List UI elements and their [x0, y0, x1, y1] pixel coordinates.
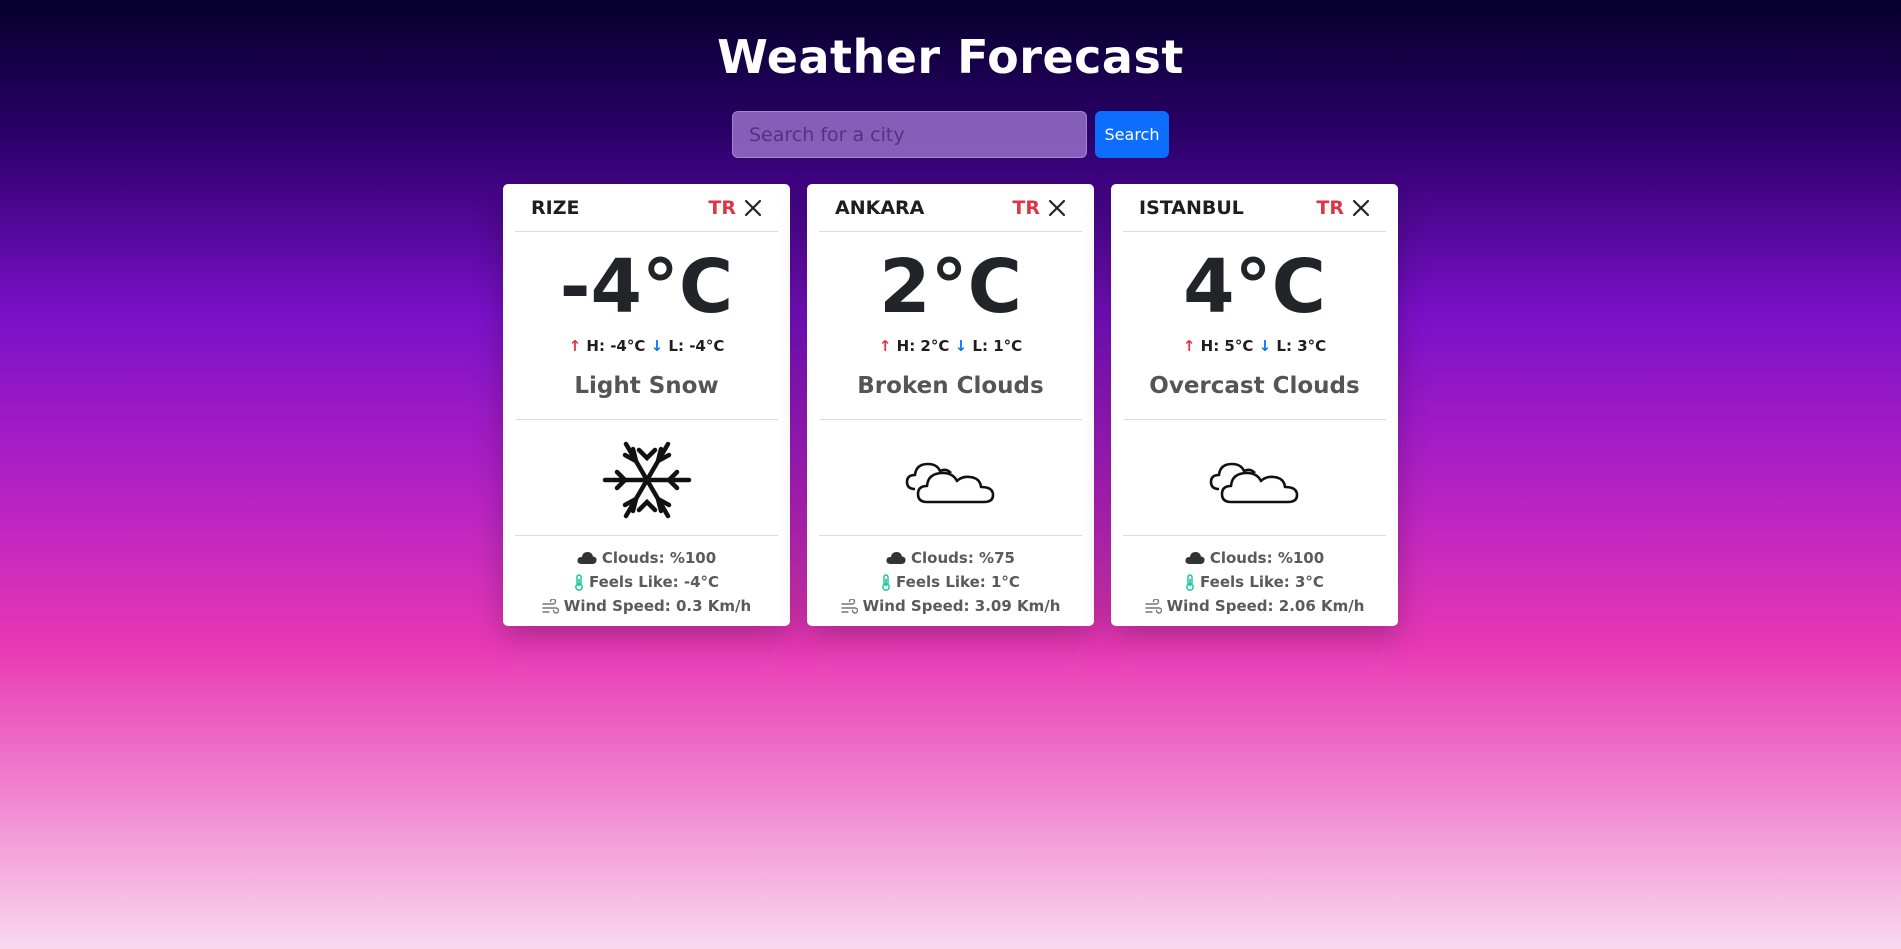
city-name: ISTANBUL	[1139, 196, 1244, 219]
temperature: -4°C	[559, 244, 734, 330]
page-title: Weather Forecast	[717, 30, 1184, 84]
cloud-icon	[886, 552, 906, 564]
wind-icon	[1144, 598, 1162, 614]
arrow-down-icon: ↓	[650, 337, 664, 355]
feels-like-value: Feels Like: 1°C	[896, 573, 1020, 591]
weather-icon-container	[503, 434, 790, 526]
weather-details: Clouds: %100 Feels Like: 3°C Wind Speed:…	[1111, 546, 1398, 618]
weather-icon-container	[807, 434, 1094, 526]
feels-like-row: Feels Like: -4°C	[503, 570, 790, 594]
high-low: ↑ H: 5°C ↓ L: 3°C	[1111, 337, 1398, 355]
divider	[515, 419, 778, 420]
arrow-up-icon: ↑	[568, 337, 582, 355]
close-icon[interactable]	[742, 197, 764, 219]
clouds-value: Clouds: %75	[911, 549, 1015, 567]
feels-like-row: Feels Like: 3°C	[1111, 570, 1398, 594]
high-temp: H: -4°C	[586, 337, 646, 355]
weather-card-ankara: ANKARA TR 2°C ↑ H: 2°C ↓ L: 1°C Broken C…	[807, 184, 1094, 626]
card-header: ANKARA TR	[819, 184, 1082, 232]
arrow-up-icon: ↑	[878, 337, 892, 355]
clouds-row: Clouds: %100	[503, 546, 790, 570]
high-low: ↑ H: -4°C ↓ L: -4°C	[503, 337, 790, 355]
clouds-value: Clouds: %100	[1209, 549, 1325, 567]
clouds-icon	[1209, 462, 1298, 504]
clouds-value: Clouds: %100	[601, 549, 717, 567]
divider	[819, 535, 1082, 536]
thermometer-icon	[574, 573, 583, 591]
weather-description: Overcast Clouds	[1149, 373, 1360, 399]
feels-like-row: Feels Like: 1°C	[807, 570, 1094, 594]
city-name: ANKARA	[835, 196, 925, 219]
thermometer-icon	[882, 573, 890, 591]
high-temp: H: 2°C	[896, 337, 950, 355]
card-header: RIZE TR	[515, 184, 778, 232]
country-code: TR	[708, 196, 736, 219]
weather-card-rize: RIZE TR -4°C ↑ H: -4°C ↓ L: -4°C Light S…	[503, 184, 790, 626]
weather-description: Broken Clouds	[857, 373, 1044, 399]
clouds-row: Clouds: %75	[807, 546, 1094, 570]
arrow-down-icon: ↓	[1258, 337, 1272, 355]
close-icon[interactable]	[1046, 197, 1068, 219]
card-header: ISTANBUL TR	[1123, 184, 1386, 232]
wind-speed-row: Wind Speed: 3.09 Km/h	[807, 594, 1094, 618]
temperature: 4°C	[1183, 244, 1326, 330]
wind-speed-row: Wind Speed: 2.06 Km/h	[1111, 594, 1398, 618]
thermometer-icon	[1186, 573, 1194, 591]
high-temp: H: 5°C	[1200, 337, 1254, 355]
close-icon[interactable]	[1350, 197, 1372, 219]
weather-icon-container	[1111, 434, 1398, 526]
search-button[interactable]: Search	[1095, 111, 1169, 158]
temperature: 2°C	[879, 244, 1022, 330]
weather-details: Clouds: %75 Feels Like: 1°C Wind Speed: …	[807, 546, 1094, 618]
cloud-icon	[1185, 552, 1205, 564]
arrow-up-icon: ↑	[1182, 337, 1196, 355]
country-code: TR	[1316, 196, 1344, 219]
high-low: ↑ H: 2°C ↓ L: 1°C	[807, 337, 1094, 355]
snowflake-icon	[602, 441, 691, 519]
feels-like-value: Feels Like: -4°C	[588, 573, 720, 591]
clouds-icon	[905, 462, 994, 504]
low-temp: L: -4°C	[668, 337, 725, 355]
forecast-cards: RIZE TR -4°C ↑ H: -4°C ↓ L: -4°C Light S…	[503, 184, 1398, 626]
cloud-icon	[577, 552, 597, 564]
divider	[1123, 419, 1386, 420]
low-temp: L: 1°C	[972, 337, 1023, 355]
search-bar: Search	[732, 111, 1169, 158]
wind-speed-row: Wind Speed: 0.3 Km/h	[503, 594, 790, 618]
wind-speed-value: Wind Speed: 0.3 Km/h	[563, 597, 752, 615]
wind-speed-value: Wind Speed: 2.06 Km/h	[1166, 597, 1365, 615]
weather-description: Light Snow	[574, 373, 719, 399]
divider	[515, 535, 778, 536]
weather-card-istanbul: ISTANBUL TR 4°C ↑ H: 5°C ↓ L: 3°C Overca…	[1111, 184, 1398, 626]
city-name: RIZE	[531, 196, 580, 219]
wind-icon	[542, 598, 559, 614]
wind-speed-value: Wind Speed: 3.09 Km/h	[862, 597, 1061, 615]
feels-like-value: Feels Like: 3°C	[1200, 573, 1324, 591]
clouds-row: Clouds: %100	[1111, 546, 1398, 570]
country-code: TR	[1012, 196, 1040, 219]
wind-icon	[840, 598, 858, 614]
low-temp: L: 3°C	[1276, 337, 1327, 355]
divider	[819, 419, 1082, 420]
search-input[interactable]	[732, 111, 1087, 158]
arrow-down-icon: ↓	[954, 337, 968, 355]
divider	[1123, 535, 1386, 536]
weather-details: Clouds: %100 Feels Like: -4°C Wind Speed…	[503, 546, 790, 618]
